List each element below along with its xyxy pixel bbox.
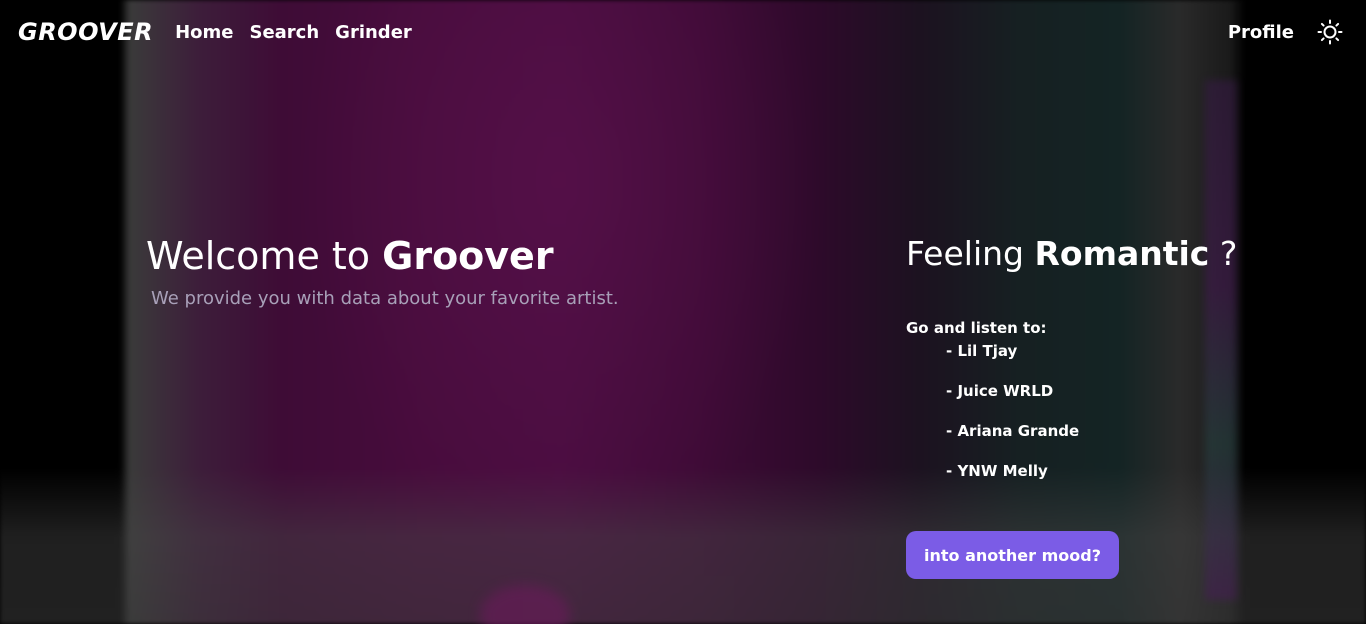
mood-title-suffix: ?: [1209, 234, 1238, 273]
main-nav: Home Search Grinder: [175, 22, 412, 43]
artist-list: - Lil Tjay - Juice WRLD - Ariana Grande …: [946, 341, 1237, 501]
welcome-title: Welcome to Groover: [146, 234, 619, 278]
welcome-section: Welcome to Groover We provide you with d…: [146, 234, 619, 309]
welcome-title-brand: Groover: [382, 234, 554, 278]
profile-link[interactable]: Profile: [1228, 22, 1294, 43]
mood-name: Romantic: [1034, 234, 1210, 273]
mood-title: Feeling Romantic ?: [906, 234, 1237, 273]
theme-toggle-button[interactable]: [1316, 18, 1344, 46]
artist-item: - Lil Tjay: [946, 342, 1018, 360]
right-nav: Profile: [1228, 18, 1348, 46]
mood-title-prefix: Feeling: [906, 234, 1035, 273]
nav-grinder-link[interactable]: Grinder: [335, 22, 412, 43]
artist-item: - YNW Melly: [946, 462, 1048, 480]
listen-label: Go and listen to:: [906, 319, 1047, 337]
sun-icon: [1317, 19, 1343, 45]
nav-home-link[interactable]: Home: [175, 22, 233, 43]
artist-item: - Juice WRLD: [946, 382, 1054, 400]
nav-search-link[interactable]: Search: [249, 22, 319, 43]
another-mood-button[interactable]: into another mood?: [906, 531, 1119, 579]
top-navbar: GROOVER Home Search Grinder Profile: [0, 0, 1366, 64]
artist-item: - Ariana Grande: [946, 422, 1080, 440]
logo[interactable]: GROOVER: [18, 18, 153, 46]
welcome-title-prefix: Welcome to: [146, 234, 383, 278]
welcome-subtitle: We provide you with data about your favo…: [151, 288, 619, 309]
mood-section: Feeling Romantic ? Go and listen to: - L…: [906, 234, 1237, 501]
